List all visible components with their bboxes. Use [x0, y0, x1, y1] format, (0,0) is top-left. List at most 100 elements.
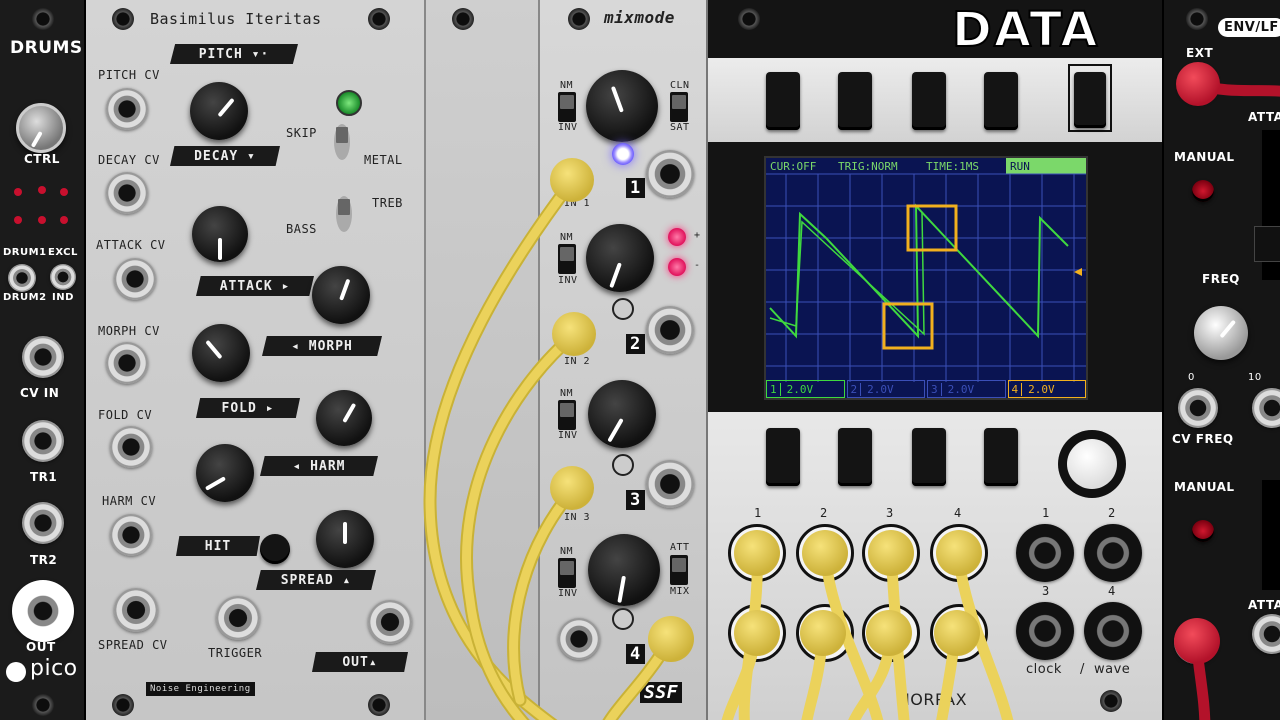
fold-cv-jack[interactable] — [110, 426, 152, 468]
att-mix-switch[interactable] — [670, 555, 688, 585]
cable-plug[interactable] — [552, 312, 596, 356]
ch4-input-jack[interactable] — [558, 618, 600, 660]
morph-cv-jack[interactable] — [106, 342, 148, 384]
module-title: DATA — [951, 1, 1100, 59]
ch2-level-knob[interactable] — [586, 224, 654, 292]
panel-screw — [738, 8, 760, 30]
ctrl-knob[interactable] — [16, 103, 66, 153]
skip-metal-toggle[interactable] — [334, 124, 350, 160]
pitch-cv-jack[interactable] — [106, 88, 148, 130]
waveform-display — [766, 173, 1086, 382]
ch1-readout: 1 2.0V — [766, 380, 845, 398]
decay-cv-jack[interactable] — [106, 172, 148, 214]
cln-sat-switch[interactable] — [670, 92, 688, 122]
ch3-level-knob[interactable] — [588, 380, 656, 448]
excl-jack[interactable] — [50, 264, 76, 290]
harm-label: ◂ HARM — [260, 456, 378, 476]
drum-select-jack[interactable] — [8, 264, 36, 292]
harm-cv-label: HARM CV — [102, 494, 157, 508]
ch3-led — [612, 454, 634, 476]
ch4-level-knob[interactable] — [588, 534, 660, 606]
cable-plug[interactable] — [550, 158, 594, 202]
cable-plug[interactable] — [934, 610, 980, 656]
hit-button[interactable] — [260, 534, 290, 564]
encoder-knob[interactable] — [1058, 430, 1126, 498]
module-title: mixmode — [604, 8, 675, 27]
pitch-knob[interactable] — [190, 82, 248, 140]
menu-button[interactable] — [838, 72, 872, 130]
cable-plug[interactable] — [1174, 618, 1220, 664]
ch4-led — [612, 608, 634, 630]
decay-slider[interactable] — [1262, 480, 1280, 590]
clock-jack[interactable] — [1016, 602, 1074, 660]
trigger-jack[interactable] — [216, 596, 260, 640]
ch2-number: 2 — [626, 334, 645, 354]
cable-plug[interactable] — [800, 610, 846, 656]
harm-cv-jack[interactable] — [110, 514, 152, 556]
output-1-jack[interactable] — [1016, 524, 1074, 582]
status-led — [38, 216, 46, 224]
nm-inv-switch[interactable] — [558, 244, 576, 274]
menu-button[interactable] — [912, 72, 946, 130]
fold-cv-label: FOLD CV — [98, 408, 153, 422]
decay-knob[interactable] — [192, 206, 248, 262]
ch1-led — [612, 143, 634, 165]
freq-knob[interactable] — [1194, 306, 1248, 360]
cable-plug[interactable] — [648, 616, 694, 662]
attack-knob[interactable] — [312, 266, 370, 324]
hit-label: HIT — [176, 536, 260, 556]
spread-cv-jack[interactable] — [114, 588, 158, 632]
out-label: OUT — [26, 640, 56, 654]
cv-freq-jack[interactable] — [1178, 388, 1218, 428]
nm-inv-switch[interactable] — [558, 92, 576, 122]
menu-button[interactable] — [984, 72, 1018, 130]
input-3-label: 3 — [886, 506, 894, 520]
cable-plug[interactable] — [1176, 62, 1220, 106]
bass-treb-toggle[interactable] — [336, 196, 352, 232]
shape-jack[interactable] — [1252, 388, 1280, 428]
spread-label: SPREAD ▴ — [256, 570, 376, 590]
cable-plug[interactable] — [550, 466, 594, 510]
ch1-level-knob[interactable] — [586, 70, 658, 142]
manual-button[interactable] — [1192, 520, 1214, 542]
spread-knob[interactable] — [316, 510, 374, 568]
cable-plug[interactable] — [868, 530, 914, 576]
cv-in-jack[interactable] — [22, 336, 64, 378]
env-output-jack[interactable] — [1252, 614, 1280, 654]
tr2-jack[interactable] — [22, 502, 64, 544]
cable-plug[interactable] — [866, 610, 912, 656]
excl-label: EXCL — [48, 247, 78, 258]
harm-knob[interactable] — [196, 444, 254, 502]
nm-inv-switch[interactable] — [558, 558, 576, 588]
metal-label: METAL — [364, 153, 403, 167]
softkey-button[interactable] — [838, 428, 872, 486]
ch2-output-jack[interactable] — [646, 306, 694, 354]
manual-button[interactable] — [1192, 180, 1214, 202]
output-2-jack[interactable] — [1084, 524, 1142, 582]
morph-knob[interactable] — [192, 324, 250, 382]
cable-plug[interactable] — [936, 530, 982, 576]
menu-button[interactable] — [1074, 72, 1106, 128]
softkey-button[interactable] — [912, 428, 946, 486]
nm-inv-switch[interactable] — [558, 400, 576, 430]
cable-plug[interactable] — [734, 530, 780, 576]
in2-label: IN 2 — [564, 356, 591, 367]
tr1-jack[interactable] — [22, 420, 64, 462]
softkey-button[interactable] — [984, 428, 1018, 486]
ch3-output-jack[interactable] — [646, 460, 694, 508]
attack-cv-label: ATTACK CV — [96, 238, 166, 252]
output-3-label: 3 — [1042, 584, 1050, 598]
softkey-button[interactable] — [766, 428, 800, 486]
attack-cv-jack[interactable] — [114, 258, 156, 300]
out-jack[interactable] — [12, 580, 74, 642]
ch1-output-jack[interactable] — [646, 150, 694, 198]
wave-jack[interactable] — [1084, 602, 1142, 660]
menu-button[interactable] — [766, 72, 800, 130]
pitch-cv-label: PITCH CV — [98, 68, 160, 82]
out-jack[interactable] — [368, 600, 412, 644]
trigger-label: TRIGGER — [208, 646, 263, 660]
fold-knob[interactable] — [316, 390, 372, 446]
cable-plug[interactable] — [734, 610, 780, 656]
tr1-label: TR1 — [30, 470, 58, 484]
cable-plug[interactable] — [802, 530, 848, 576]
